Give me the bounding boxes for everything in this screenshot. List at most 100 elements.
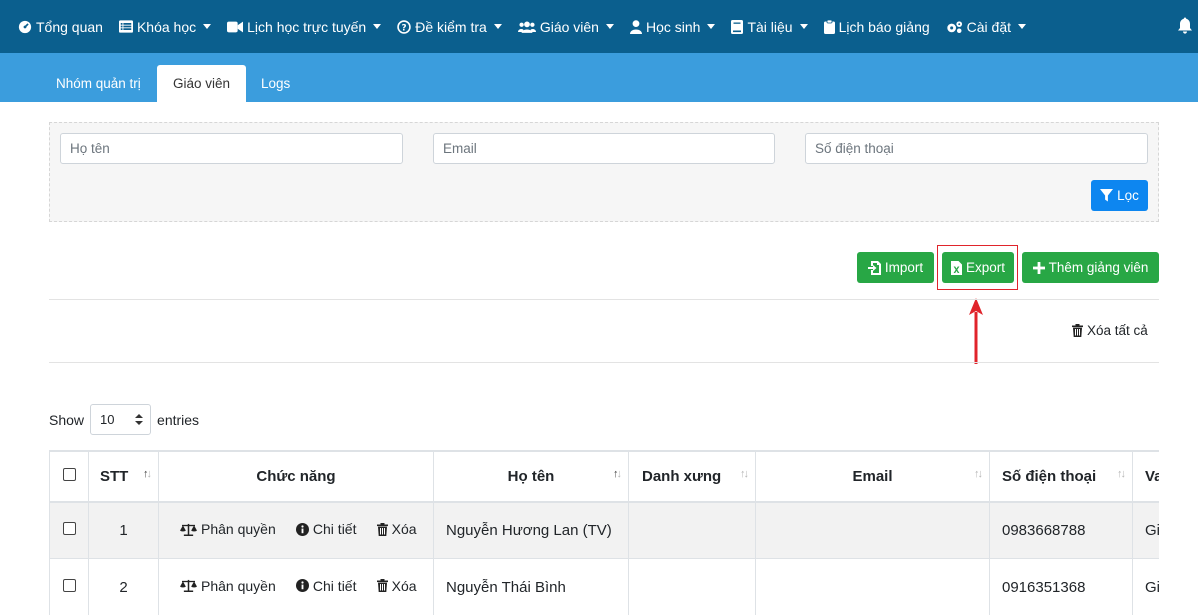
balance-scale-icon bbox=[180, 523, 197, 536]
users-icon bbox=[517, 21, 536, 33]
svg-text:?: ? bbox=[402, 23, 407, 33]
nav-item-documents[interactable]: Tài liệu bbox=[731, 0, 808, 53]
column-header-actions: Chức năng bbox=[158, 451, 434, 503]
column-header-stt[interactable]: STT ↑↓ bbox=[88, 451, 159, 503]
select-all-checkbox[interactable] bbox=[62, 467, 76, 481]
nav-item-students[interactable]: Học sinh bbox=[629, 0, 716, 53]
phone-filter-input[interactable]: Số điện thoại bbox=[805, 133, 1148, 164]
nav-item-courses[interactable]: Khóa học bbox=[118, 0, 212, 53]
tab-bar: Nhóm quản trị Giáo viên Logs bbox=[0, 53, 1198, 102]
delete-link[interactable]: Xóa bbox=[376, 521, 417, 537]
page-length-value: 10 bbox=[100, 412, 115, 427]
video-icon bbox=[227, 21, 244, 32]
filter-button[interactable]: Lọc bbox=[1091, 180, 1148, 211]
length-menu: Show 10 entries bbox=[49, 404, 199, 435]
column-header-email[interactable]: Email ↑↓ bbox=[755, 451, 990, 503]
row-checkbox[interactable] bbox=[62, 521, 76, 535]
info-circle-icon bbox=[295, 522, 309, 536]
add-teacher-button-label: Thêm giảng viên bbox=[1048, 260, 1149, 275]
tab-admin-groups[interactable]: Nhóm quản trị bbox=[40, 65, 157, 102]
nav-item-label: Tài liệu bbox=[747, 18, 793, 35]
sort-icon: ↑↓ bbox=[613, 468, 622, 480]
nav-item-dashboard[interactable]: Tổng quan bbox=[18, 0, 103, 53]
chevron-down-icon bbox=[707, 24, 716, 29]
nav-item-lesson-schedule[interactable]: Lịch báo giảng bbox=[823, 0, 930, 53]
row-phone: 0983668788 bbox=[989, 501, 1133, 559]
dashboard-icon bbox=[18, 20, 32, 33]
row-select-cell bbox=[49, 558, 89, 615]
teachers-table-container: STT ↑↓ Chức năng Họ tên ↑↓ Danh xưng ↑↓ Ema… bbox=[49, 450, 1159, 615]
sort-icon: ↑↓ bbox=[143, 468, 152, 480]
info-circle-icon bbox=[295, 579, 309, 593]
delete-all-label: Xóa tất cả bbox=[1087, 323, 1148, 338]
plus-icon bbox=[1032, 261, 1045, 274]
import-button[interactable]: Import bbox=[857, 252, 934, 283]
add-teacher-button[interactable]: Thêm giảng viên bbox=[1022, 252, 1159, 283]
table-header-row: STT ↑↓ Chức năng Họ tên ↑↓ Danh xưng ↑↓ Ema… bbox=[49, 451, 1159, 503]
row-checkbox[interactable] bbox=[62, 578, 76, 592]
row-email bbox=[755, 501, 990, 559]
nav-item-label: Lịch báo giảng bbox=[838, 18, 930, 35]
chevron-down-icon bbox=[493, 24, 502, 29]
column-header-extra[interactable]: Va bbox=[1132, 451, 1159, 503]
nav-item-online-schedule[interactable]: Lịch học trực tuyến bbox=[227, 0, 382, 53]
sort-icon: ↑↓ bbox=[1117, 468, 1126, 480]
cogs-icon bbox=[946, 20, 962, 33]
entries-label: entries bbox=[157, 411, 200, 428]
file-import-icon bbox=[867, 260, 881, 275]
filter-panel: Họ tên Email Số điện thoại Lọc bbox=[49, 122, 1159, 222]
sort-icon: ↑↓ bbox=[974, 468, 983, 480]
chevron-down-icon bbox=[1018, 24, 1027, 29]
trash-icon bbox=[376, 522, 388, 536]
nav-item-settings[interactable]: Cài đặt bbox=[946, 0, 1027, 53]
name-filter-input[interactable]: Họ tên bbox=[60, 133, 403, 164]
clipboard-icon bbox=[823, 19, 835, 34]
delete-link[interactable]: Xóa bbox=[376, 578, 417, 594]
tab-logs[interactable]: Logs bbox=[245, 65, 306, 102]
filter-icon bbox=[1100, 189, 1114, 202]
detail-link[interactable]: Chi tiết bbox=[295, 578, 356, 594]
chevron-down-icon bbox=[373, 24, 382, 29]
question-circle-icon: ? bbox=[397, 19, 411, 34]
nav-item-tests[interactable]: ? Đề kiểm tra bbox=[397, 0, 502, 53]
show-label: Show bbox=[49, 411, 85, 428]
row-actions: Phân quyền Chi tiết Xóa bbox=[158, 501, 434, 559]
column-header-phone[interactable]: Số điện thoại ↑↓ bbox=[989, 451, 1133, 503]
teachers-table: STT ↑↓ Chức năng Họ tên ↑↓ Danh xưng ↑↓ Ema… bbox=[49, 451, 1159, 615]
trash-icon bbox=[376, 579, 388, 593]
table-row: 2 Phân quyền Chi tiết Xóa Nguyễn Thái Bì… bbox=[49, 558, 1159, 615]
balance-scale-icon bbox=[180, 580, 197, 593]
list-icon bbox=[118, 20, 133, 33]
row-stt: 1 bbox=[88, 501, 159, 559]
column-header-name[interactable]: Họ tên ↑↓ bbox=[433, 451, 629, 503]
table-row: 1 Phân quyền Chi tiết Xóa Nguyễn Hương L… bbox=[49, 501, 1159, 559]
permission-link[interactable]: Phân quyền bbox=[180, 578, 276, 594]
nav-item-teachers[interactable]: Giáo viên bbox=[517, 0, 614, 53]
import-button-label: Import bbox=[884, 260, 924, 275]
export-highlight-box bbox=[937, 245, 1018, 290]
nav-item-label: Khóa học bbox=[136, 18, 197, 35]
delete-all-link[interactable]: Xóa tất cả bbox=[1072, 323, 1148, 338]
row-actions: Phân quyền Chi tiết Xóa bbox=[158, 558, 434, 615]
divider bbox=[49, 299, 1159, 300]
user-icon bbox=[629, 19, 642, 34]
tab-teachers[interactable]: Giáo viên bbox=[157, 65, 247, 102]
page-length-select[interactable]: 10 bbox=[90, 404, 152, 435]
nav-item-label: Học sinh bbox=[645, 18, 701, 35]
permission-link[interactable]: Phân quyền bbox=[180, 521, 276, 537]
row-title bbox=[628, 501, 756, 559]
column-header-title[interactable]: Danh xưng ↑↓ bbox=[628, 451, 756, 503]
chevron-down-icon bbox=[605, 24, 614, 29]
nav-item-label: Đề kiểm tra bbox=[415, 18, 487, 35]
divider bbox=[49, 362, 1159, 363]
chevron-down-icon bbox=[203, 24, 212, 29]
sort-icon: ↑↓ bbox=[740, 468, 749, 480]
row-extra: Gi bbox=[1132, 558, 1159, 615]
bell-icon bbox=[1178, 17, 1192, 34]
book-icon bbox=[731, 19, 744, 34]
row-select-cell bbox=[49, 501, 89, 559]
row-name: Nguyễn Thái Bình bbox=[433, 558, 629, 615]
detail-link[interactable]: Chi tiết bbox=[295, 521, 356, 537]
email-filter-input[interactable]: Email bbox=[433, 133, 775, 164]
notification-bell[interactable] bbox=[1178, 17, 1192, 39]
